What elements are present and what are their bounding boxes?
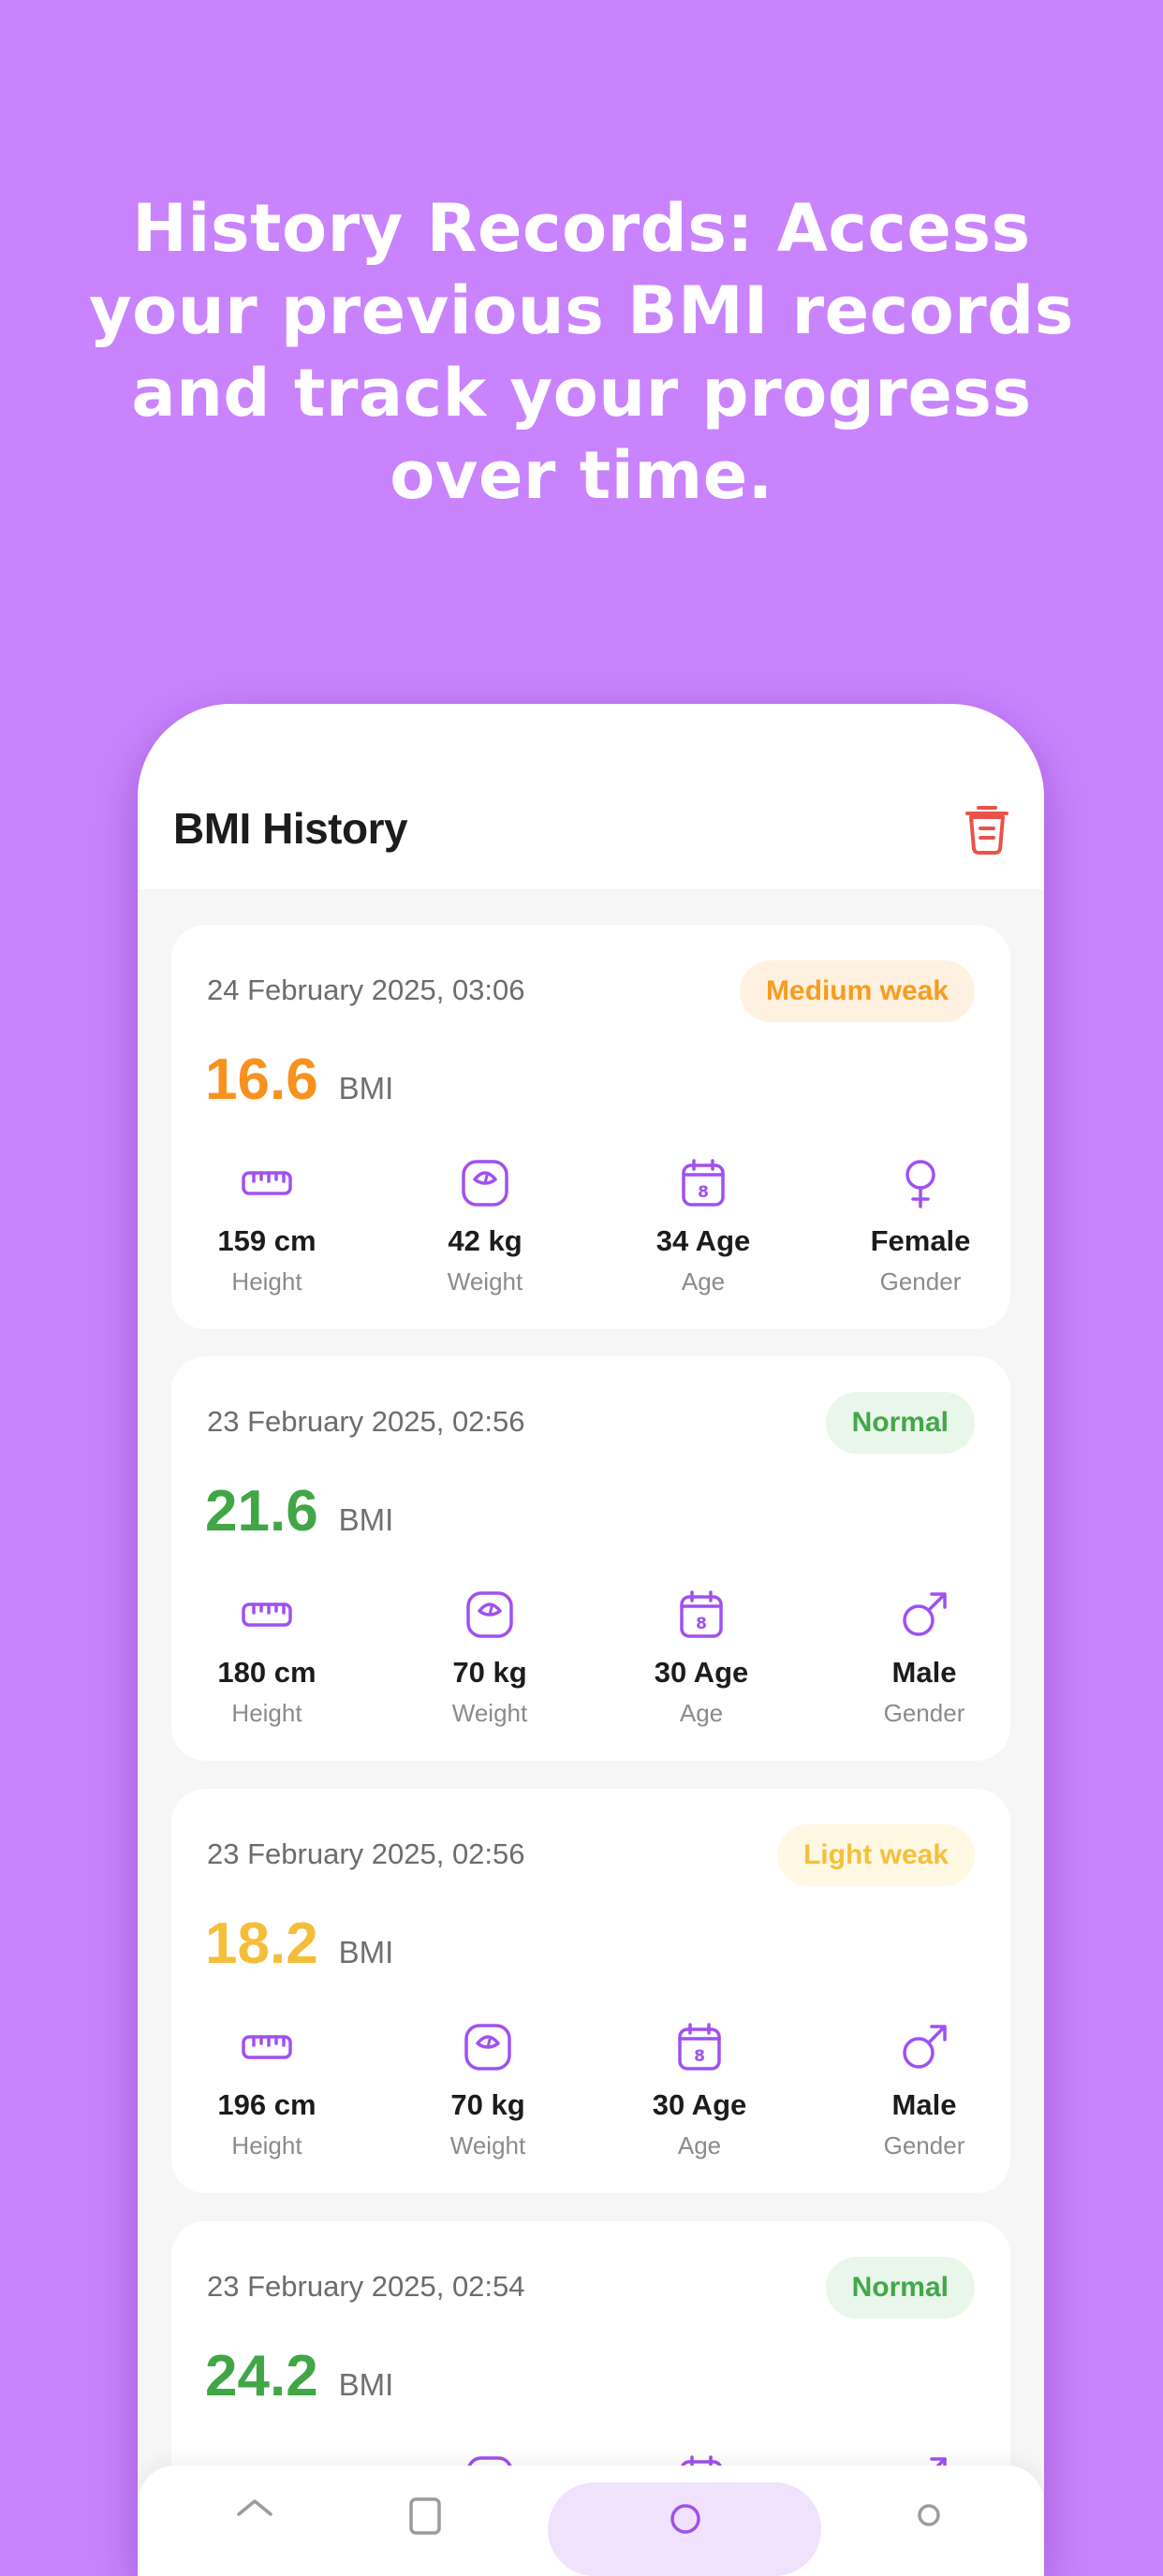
gender-value: Female	[870, 1224, 971, 1257]
height-label: Height	[231, 1267, 302, 1295]
history-record-card[interactable]: 23 February 2025, 02:56 Light weak 18.2 …	[171, 1789, 1010, 2193]
calculator-icon[interactable]	[402, 2492, 449, 2539]
bottom-navigation	[138, 2466, 1044, 2576]
weight-value: 42 kg	[448, 1224, 523, 1257]
height-value: 196 cm	[217, 2088, 317, 2121]
bmi-row: 21.6 BMI	[205, 1478, 393, 1562]
scale-icon	[462, 1160, 508, 1207]
stat-height: 196 cm Height	[173, 2021, 361, 2160]
stat-height: 159 cm Height	[173, 1157, 361, 1296]
scale-icon	[464, 2024, 511, 2071]
age-label: Age	[677, 2131, 722, 2159]
stat-gender: Male Gender	[831, 2021, 1018, 2160]
height-label: Height	[231, 2131, 302, 2159]
bmi-unit: BMI	[338, 2367, 394, 2402]
age-label: Age	[681, 1267, 726, 1295]
gender-label: Gender	[883, 2131, 965, 2159]
stat-weight: 70 kg Weight	[396, 1588, 583, 1728]
bmi-unit: BMI	[338, 1071, 394, 1105]
height-value: 180 cm	[217, 1656, 317, 1689]
page-title: BMI History	[173, 804, 408, 853]
history-record-card[interactable]: 23 February 2025, 02:56 Normal 21.6 BMI …	[171, 1356, 1010, 1761]
ruler-icon	[242, 1603, 292, 1627]
status-badge: Light weak	[776, 1824, 975, 1886]
stat-age: 8 34 Age Age	[610, 1157, 797, 1296]
trash-icon[interactable]	[962, 802, 1012, 856]
gender-label: Gender	[883, 1699, 965, 1727]
stat-age: 8 30 Age Age	[606, 2021, 793, 2160]
record-date: 23 February 2025, 02:54	[207, 2270, 525, 2303]
bmi-value: 16.6	[205, 1047, 318, 1112]
female-icon	[905, 1160, 935, 1208]
bmi-value: 18.2	[205, 1911, 318, 1976]
calendar-icon: 8	[682, 1159, 725, 1207]
history-icon[interactable]	[662, 2496, 709, 2542]
stat-weight: 70 kg Weight	[394, 2021, 582, 2160]
age-value: 30 Age	[654, 1656, 749, 1689]
status-badge: Medium weak	[739, 960, 975, 1022]
record-date: 23 February 2025, 02:56	[207, 1405, 525, 1438]
bmi-value: 24.2	[205, 2344, 318, 2408]
bmi-row: 24.2 BMI	[205, 2343, 393, 2427]
promo-headline: History Records: Access your previous BM…	[0, 187, 1163, 517]
status-badge: Normal	[825, 1392, 975, 1454]
svg-text:8: 8	[698, 1183, 709, 1202]
male-icon	[903, 2025, 947, 2069]
record-date: 24 February 2025, 03:06	[207, 973, 525, 1006]
status-badge: Normal	[825, 2257, 975, 2319]
stat-gender: Female Gender	[827, 1157, 1014, 1296]
headline-line-2: your previous BMI records	[89, 272, 1074, 349]
gender-label: Gender	[879, 1267, 962, 1295]
stat-gender: Male Gender	[831, 1588, 1018, 1728]
age-value: 30 Age	[652, 2088, 747, 2121]
svg-text:8: 8	[694, 2047, 705, 2066]
calendar-icon: 8	[680, 1590, 723, 1638]
weight-label: Weight	[447, 1267, 523, 1295]
weight-label: Weight	[449, 2131, 526, 2159]
height-value: 159 cm	[217, 1224, 317, 1257]
bmi-unit: BMI	[338, 1502, 394, 1537]
weight-value: 70 kg	[450, 2088, 525, 2121]
age-value: 34 Age	[655, 1224, 751, 1257]
stat-height: 180 cm Height	[173, 1588, 361, 1728]
settings-icon[interactable]	[905, 2492, 952, 2539]
scale-icon	[466, 1591, 513, 1638]
home-icon[interactable]	[231, 2492, 278, 2539]
stat-age: 8 30 Age Age	[608, 1588, 795, 1728]
phone-frame: BMI History 24 February 2025, 03:06 Medi…	[138, 704, 1044, 2576]
svg-text:8: 8	[696, 1615, 707, 1633]
height-label: Height	[231, 1699, 302, 1727]
bmi-row: 18.2 BMI	[205, 1910, 393, 1995]
male-icon	[903, 1592, 947, 1636]
bmi-unit: BMI	[338, 1935, 394, 1969]
history-record-card[interactable]: 24 February 2025, 03:06 Medium weak 16.6…	[171, 925, 1010, 1329]
headline-line-4: over time.	[390, 437, 773, 514]
ruler-icon	[242, 1171, 292, 1195]
app-header: BMI History	[138, 704, 1044, 889]
record-date: 23 February 2025, 02:56	[207, 1837, 525, 1870]
stat-weight: 42 kg Weight	[391, 1157, 579, 1296]
age-label: Age	[679, 1699, 724, 1727]
weight-label: Weight	[451, 1699, 528, 1727]
ruler-icon	[242, 2035, 292, 2059]
bmi-row: 16.6 BMI	[205, 1046, 393, 1131]
headline-line-3: and track your progress	[131, 355, 1032, 432]
gender-value: Male	[891, 2088, 957, 2121]
weight-value: 70 kg	[452, 1656, 527, 1689]
calendar-icon: 8	[678, 2023, 721, 2071]
bmi-value: 21.6	[205, 1479, 318, 1544]
headline-line-1: History Records: Access	[132, 190, 1031, 267]
gender-value: Male	[891, 1656, 957, 1689]
